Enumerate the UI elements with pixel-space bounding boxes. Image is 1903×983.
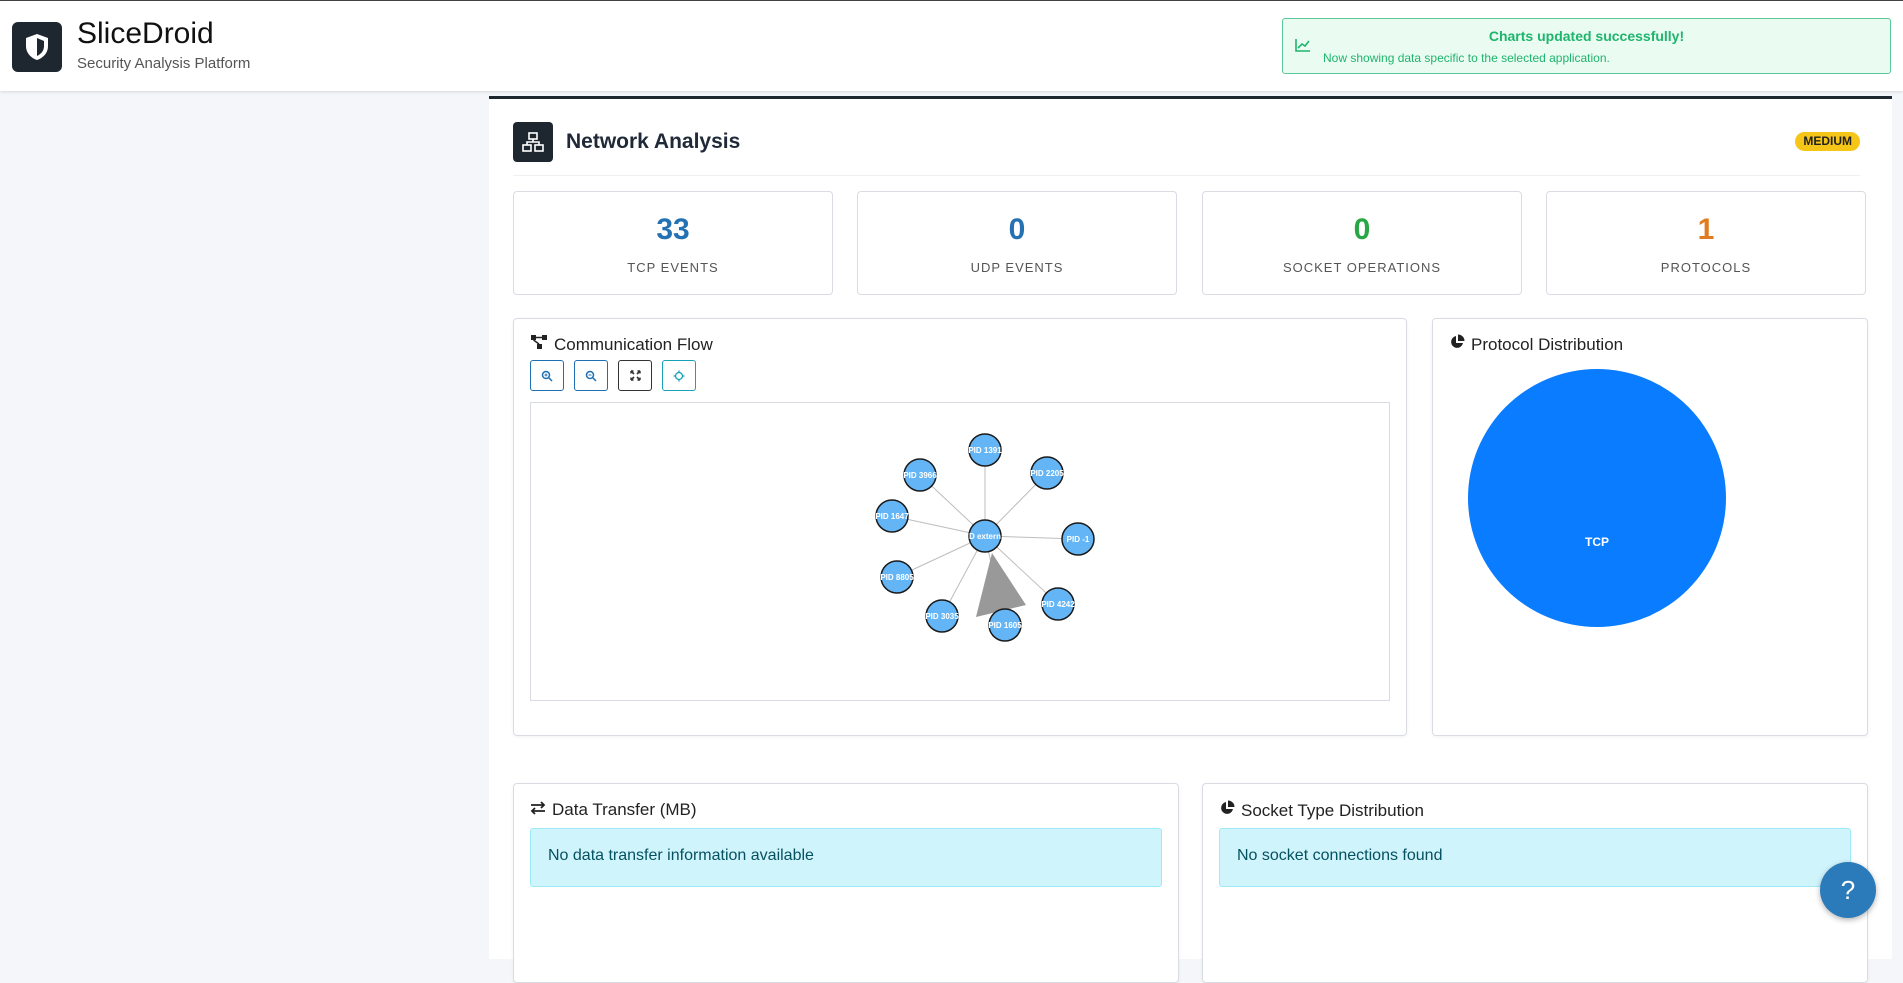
data-transfer-title: Data Transfer (MB) bbox=[552, 800, 697, 819]
graph-node-label: PID 2205 bbox=[1030, 469, 1064, 478]
expand-icon bbox=[629, 370, 641, 381]
card-title: Socket Type Distribution bbox=[1219, 800, 1424, 821]
graph-node-pid[interactable]: PID 1391 bbox=[968, 433, 1002, 467]
card-title: Data Transfer (MB) bbox=[530, 800, 697, 820]
shield-logo-icon bbox=[12, 22, 62, 72]
stat-socket-operations: 0 SOCKET OPERATIONS bbox=[1202, 191, 1522, 295]
graph-node-pid[interactable]: PID -1 bbox=[1061, 522, 1095, 556]
stat-value: 0 bbox=[1008, 213, 1026, 246]
graph-node-pid[interactable]: PID 4242 bbox=[1041, 587, 1075, 621]
graph-node-center[interactable]: D extern bbox=[968, 519, 1002, 553]
stat-label: SOCKET OPERATIONS bbox=[1282, 260, 1442, 275]
zoom-out-icon bbox=[585, 370, 597, 382]
stat-label: PROTOCOLS bbox=[1660, 260, 1752, 275]
protocol-pie-chart: TCP bbox=[1468, 369, 1726, 627]
socket-type-title: Socket Type Distribution bbox=[1241, 800, 1424, 820]
stat-value: 1 bbox=[1697, 213, 1715, 246]
graph-node-pid[interactable]: PID 8805 bbox=[880, 560, 914, 594]
pie-chart-icon bbox=[1449, 334, 1465, 355]
graph-node-label: PID 1605 bbox=[988, 621, 1022, 630]
stat-tcp-events: 33 TCP EVENTS bbox=[513, 191, 833, 295]
graph-node-label: PID 3035 bbox=[925, 612, 959, 621]
stat-value: 33 bbox=[656, 213, 690, 246]
stat-protocols: 1 PROTOCOLS bbox=[1546, 191, 1866, 295]
protocol-distribution-card: Protocol Distribution TCP bbox=[1432, 318, 1868, 736]
exchange-icon bbox=[530, 800, 546, 820]
share-nodes-icon bbox=[530, 334, 548, 355]
graph-node-pid[interactable]: PID 1605 bbox=[988, 608, 1022, 642]
graph-node-pid[interactable]: PID 2205 bbox=[1030, 456, 1064, 490]
zoom-out-button[interactable] bbox=[574, 360, 608, 391]
socket-empty-alert: No socket connections found bbox=[1219, 828, 1851, 887]
card-title: Protocol Distribution bbox=[1449, 334, 1623, 355]
pie-chart-icon bbox=[1219, 800, 1235, 821]
pie-slice-label: TCP bbox=[1585, 535, 1609, 549]
app-subtitle: Security Analysis Platform bbox=[77, 55, 251, 72]
edge-arrowhead bbox=[976, 553, 1026, 617]
communication-flow-card: Communication Flow PID 1391 PID 2205 PID -… bbox=[513, 318, 1407, 736]
fit-view-button[interactable] bbox=[618, 360, 652, 391]
toast-message: Now showing data specific to the selecte… bbox=[1323, 51, 1610, 65]
graph-node-label: PID 1647 bbox=[875, 512, 909, 521]
divider bbox=[513, 175, 1860, 176]
help-button[interactable]: ? bbox=[1820, 862, 1876, 918]
network-graph-canvas[interactable]: PID 1391 PID 2205 PID -1 PID 4242 PID 1605 PI… bbox=[531, 403, 1389, 700]
stat-label: UDP EVENTS bbox=[970, 260, 1064, 275]
success-toast[interactable]: Charts updated successfully! Now showing… bbox=[1282, 18, 1891, 74]
graph-node-label: PID 1391 bbox=[968, 446, 1002, 455]
center-view-button[interactable] bbox=[662, 360, 696, 391]
network-analysis-panel: Network Analysis MEDIUM 33 TCP EVENTS 0 … bbox=[489, 96, 1892, 983]
zoom-in-button[interactable] bbox=[530, 360, 564, 391]
severity-badge: MEDIUM bbox=[1795, 132, 1860, 151]
graph-node-pid[interactable]: PID 1647 bbox=[875, 499, 909, 533]
stat-udp-events: 0 UDP EVENTS bbox=[857, 191, 1177, 295]
card-title: Communication Flow bbox=[530, 334, 713, 355]
stat-label: TCP EVENTS bbox=[627, 260, 719, 275]
stat-value: 0 bbox=[1353, 213, 1371, 246]
graph-node-label: PID 3966 bbox=[903, 471, 937, 480]
network-graph[interactable]: PID 1391 PID 2205 PID -1 PID 4242 PID 1605 PI… bbox=[530, 402, 1390, 701]
graph-node-label: D extern bbox=[969, 532, 1001, 541]
app-title: SliceDroid bbox=[77, 17, 214, 50]
graph-node-label: PID 8805 bbox=[880, 573, 914, 582]
communication-flow-title: Communication Flow bbox=[554, 334, 713, 354]
socket-type-card: Socket Type Distribution No socket conne… bbox=[1202, 783, 1868, 983]
app-header: SliceDroid Security Analysis Platform Ch… bbox=[0, 1, 1903, 91]
graph-node-label: PID -1 bbox=[1067, 535, 1090, 544]
graph-node-label: PID 4242 bbox=[1041, 600, 1075, 609]
pie-slice-tcp[interactable] bbox=[1468, 369, 1726, 627]
crosshairs-icon bbox=[673, 370, 685, 381]
zoom-in-icon bbox=[541, 370, 553, 382]
graph-node-pid[interactable]: PID 3966 bbox=[903, 458, 937, 492]
graph-node-pid[interactable]: PID 3035 bbox=[925, 599, 959, 633]
protocol-distribution-title: Protocol Distribution bbox=[1471, 334, 1624, 354]
network-icon bbox=[513, 122, 553, 162]
section-title: Network Analysis bbox=[566, 130, 741, 153]
toast-title: Charts updated successfully! bbox=[1488, 28, 1685, 44]
data-transfer-card: Data Transfer (MB) No data transfer info… bbox=[513, 783, 1179, 983]
data-transfer-empty-alert: No data transfer information available bbox=[530, 828, 1162, 887]
